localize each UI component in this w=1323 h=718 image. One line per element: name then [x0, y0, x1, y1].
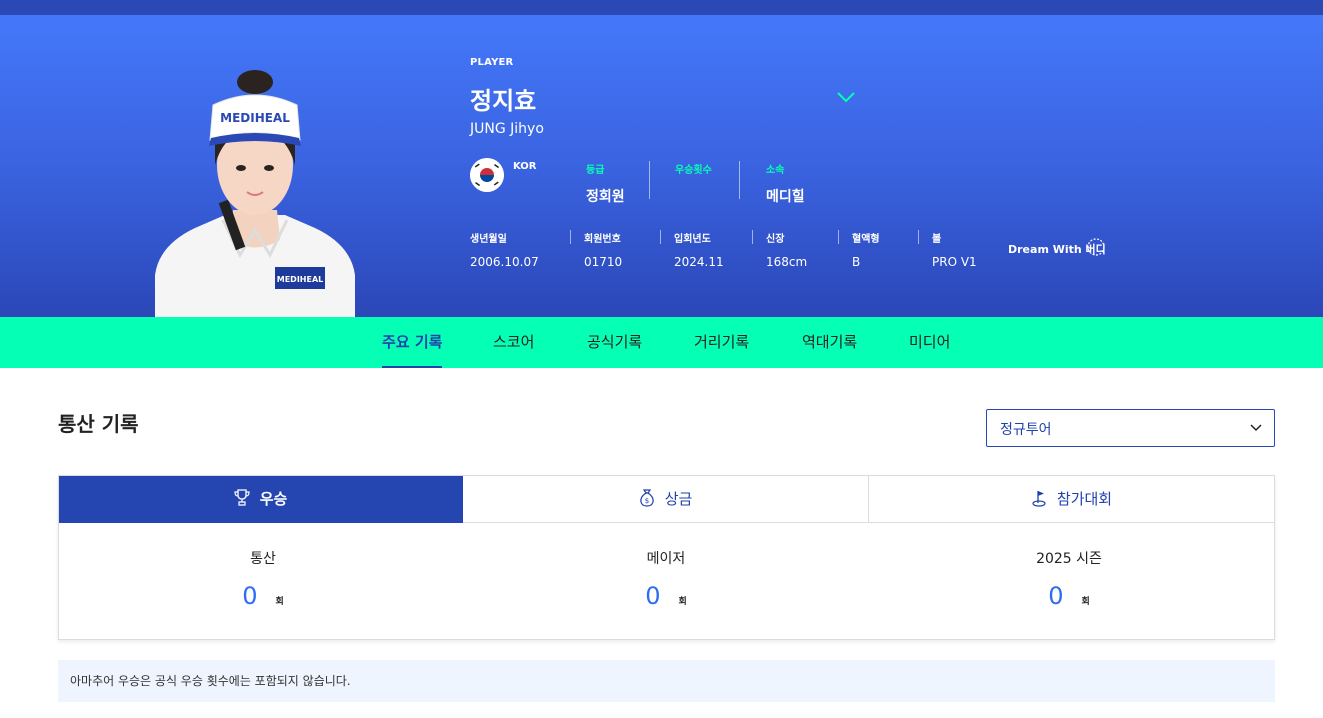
meta-key: 생년월일 [470, 234, 507, 245]
player-english-name: JUNG Jihyo [470, 121, 544, 137]
divider [649, 161, 650, 199]
stat-unit: 회 [1081, 597, 1090, 607]
card-tab-wins[interactable]: 우승 [59, 476, 463, 523]
meta-key: 회원번호 [584, 234, 621, 245]
divider [918, 230, 919, 244]
meta-height: 신장 168cm [766, 230, 807, 269]
info-value: 메디힐 [766, 189, 805, 205]
meta-value: 2024.11 [674, 255, 724, 269]
tab-distance-records[interactable]: 거리기록 [694, 331, 749, 368]
meta-blood-type: 혈액형 B [852, 230, 880, 269]
stat-value: 0 [1048, 582, 1064, 610]
card-tab-label: 참가대회 [1056, 490, 1113, 508]
meta-value: 2006.10.07 [470, 255, 539, 269]
player-name: 정지효 [470, 87, 537, 115]
player-hero: MEDIHEAL MEDIHEAL PLAYER 정지효 JUNG Jihyo … [0, 15, 1323, 317]
info-key: 우승횟수 [675, 165, 712, 176]
divider [838, 230, 839, 244]
amateur-win-notice: 아마추어 우승은 공식 우승 횟수에는 포함되지 않습니다. [58, 660, 1275, 702]
stat-label: 메이저 [646, 551, 686, 567]
main-tab-bar: 주요 기록 스코어 공식기록 거리기록 역대기록 미디어 [0, 317, 1323, 368]
stat-career-wins: 통산 0 회 [63, 548, 463, 610]
chevron-down-icon[interactable] [836, 90, 856, 104]
meta-value: B [852, 255, 861, 269]
meta-key: 신장 [766, 234, 785, 245]
tab-all-time-records[interactable]: 역대기록 [802, 331, 857, 368]
golf-flag-icon [1032, 491, 1046, 507]
card-tab-prize-money[interactable]: $ 상금 [463, 476, 869, 523]
shirt-logo-text: MEDIHEAL [277, 275, 324, 284]
meta-join-year: 입회년도 2024.11 [674, 230, 724, 269]
stat-value: 0 [645, 582, 661, 610]
info-key: 등급 [586, 165, 605, 176]
stat-major-wins: 메이저 0 회 [466, 548, 866, 610]
stat-label: 2025 시즌 [1036, 551, 1102, 567]
divider [752, 230, 753, 244]
visor-logo-text: MEDIHEAL [220, 111, 290, 125]
meta-key: 볼 [932, 234, 942, 245]
tour-select[interactable]: 정규투어 [986, 409, 1275, 447]
player-photo: MEDIHEAL MEDIHEAL [155, 70, 355, 317]
info-wins: 우승횟수 [675, 161, 712, 186]
korea-flag-icon [470, 158, 504, 192]
meta-birthdate: 생년월일 2006.10.07 [470, 230, 539, 269]
info-grade: 등급 정회원 [586, 161, 625, 206]
stat-label: 통산 [250, 551, 276, 567]
tab-main-records[interactable]: 주요 기록 [382, 331, 443, 368]
card-tab-label: 상금 [664, 490, 693, 508]
divider [660, 230, 661, 244]
money-bag-icon: $ [639, 489, 654, 507]
tour-select-value: 정규투어 [1000, 422, 1052, 438]
info-affiliation: 소속 메디힐 [766, 161, 805, 206]
meta-value: PRO V1 [932, 255, 977, 269]
info-value: 정회원 [586, 189, 625, 205]
chevron-down-icon [1250, 424, 1262, 432]
dream-with-birdie-logo: Dream With 버디 [1008, 238, 1106, 256]
stat-season-wins: 2025 시즌 0 회 [869, 548, 1269, 610]
meta-ball: 볼 PRO V1 [932, 230, 977, 269]
notice-text: 아마추어 우승은 공식 우승 횟수에는 포함되지 않습니다. [70, 674, 351, 688]
info-key: 소속 [766, 165, 785, 176]
career-records-card: 우승 $ 상금 참가대회 통산 0 회 메이저 0 회 2025 시즌 0 회 [58, 475, 1275, 640]
svg-text:$: $ [644, 497, 648, 505]
stat-unit: 회 [275, 597, 284, 607]
sponsor-logo-text: Dream With 버디 [1008, 242, 1106, 256]
trophy-icon [234, 489, 250, 506]
tab-score[interactable]: 스코어 [493, 331, 534, 368]
meta-key: 입회년도 [674, 234, 711, 245]
meta-value: 01710 [584, 255, 623, 269]
player-label: PLAYER [470, 57, 514, 68]
tab-media[interactable]: 미디어 [909, 331, 950, 368]
meta-member-number: 회원번호 01710 [584, 230, 622, 269]
country-code: KOR [513, 161, 537, 172]
card-tab-tournaments[interactable]: 참가대회 [869, 476, 1274, 523]
meta-value: 168cm [766, 255, 808, 269]
card-tab-label: 우승 [259, 490, 288, 508]
divider [570, 230, 571, 244]
tab-official-records[interactable]: 공식기록 [587, 331, 642, 368]
divider [739, 161, 740, 199]
stat-unit: 회 [678, 597, 687, 607]
stat-value: 0 [242, 582, 258, 610]
meta-key: 혈액형 [852, 234, 880, 245]
section-title: 통산 기록 [58, 412, 139, 436]
top-navigation-bar [0, 0, 1323, 15]
